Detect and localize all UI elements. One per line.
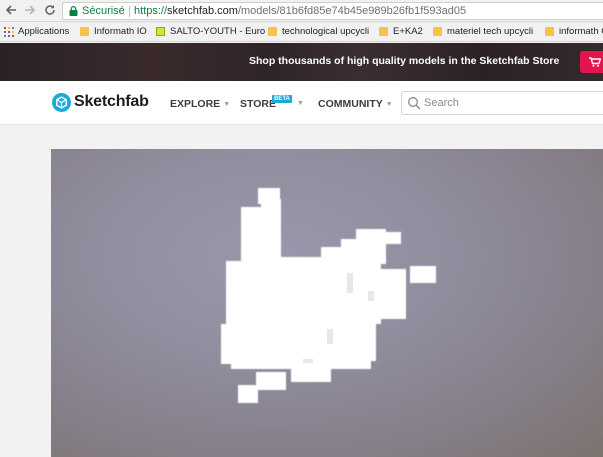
lock-icon xyxy=(69,6,78,16)
beta-badge: BETA xyxy=(272,95,292,103)
reload-button[interactable] xyxy=(42,2,58,20)
nav-community-label: COMMUNITY xyxy=(318,98,383,110)
nav-community[interactable]: COMMUNITY ▼ xyxy=(318,98,393,110)
model-viewer[interactable] xyxy=(51,149,603,457)
store-button[interactable] xyxy=(580,51,603,73)
folder-icon xyxy=(80,27,89,36)
bookmark-technological-upcycling[interactable]: technological upcycli xyxy=(268,22,370,41)
apps-grid-icon xyxy=(4,27,14,37)
bookmark-applications[interactable]: Applications xyxy=(0,22,70,41)
bookmark-label: E+KA2 xyxy=(393,26,423,37)
chevron-down-icon: ▼ xyxy=(223,101,231,108)
bookmark-informath-io[interactable]: Informath IO xyxy=(80,22,150,41)
address-separator xyxy=(129,6,130,17)
url-text[interactable]: https://sketchfab.com/models/81b6fd85e74… xyxy=(134,3,466,19)
bookmark-informath-c[interactable]: informath C xyxy=(545,22,603,41)
bookmark-label: Informath IO xyxy=(94,26,147,37)
folder-icon xyxy=(379,27,388,36)
cart-icon xyxy=(589,57,601,67)
model-3d-render[interactable] xyxy=(51,149,603,457)
nav-store-label: STORE xyxy=(240,98,276,110)
chevron-down-icon: ▼ xyxy=(385,101,393,108)
folder-icon xyxy=(433,27,442,36)
bookmark-label: materiel tech upcycli xyxy=(447,26,534,37)
bookmark-salto-youth[interactable]: SALTO-YOUTH - Euro xyxy=(156,22,265,41)
salto-icon xyxy=(156,27,165,36)
folder-icon xyxy=(268,27,277,36)
back-button[interactable] xyxy=(3,2,19,20)
arrow-left-icon xyxy=(5,5,16,15)
reload-icon xyxy=(45,5,55,15)
bookmark-label: SALTO-YOUTH - Euro xyxy=(170,26,266,37)
search-icon xyxy=(408,97,421,110)
bookmarks-bar: Applications Informath IO SALTO-YOUTH - … xyxy=(0,22,603,42)
sketchfab-logo-icon[interactable] xyxy=(52,93,71,112)
url-path: /models/81b6fd85e74b45e989b26fb1f593ad05 xyxy=(237,5,467,17)
arrow-right-icon xyxy=(25,5,36,15)
logo-text[interactable]: Sketchfab xyxy=(74,93,149,111)
nav-explore-label: EXPLORE xyxy=(170,98,221,110)
promo-text[interactable]: Shop thousands of high quality models in… xyxy=(249,55,559,67)
url-scheme: https:// xyxy=(134,5,168,17)
folder-icon xyxy=(545,27,554,36)
bookmark-e-ka2[interactable]: E+KA2 xyxy=(379,22,434,41)
forward-button[interactable] xyxy=(22,2,38,20)
bookmark-label: technological upcycli xyxy=(282,26,370,37)
site-header: Sketchfab EXPLORE ▼ STORE BETA ▼ COMMUNIT… xyxy=(0,81,603,125)
store-promo-banner[interactable]: Shop thousands of high quality models in… xyxy=(0,43,603,81)
browser-toolbar: Sécurisé https://sketchfab.com/models/81… xyxy=(0,0,603,22)
chevron-down-icon: ▼ xyxy=(297,100,304,107)
url-host: sketchfab.com xyxy=(167,5,238,17)
address-bar[interactable]: Sécurisé https://sketchfab.com/models/81… xyxy=(62,2,603,20)
nav-explore[interactable]: EXPLORE ▼ xyxy=(170,98,230,110)
search-input[interactable] xyxy=(424,95,594,111)
bookmark-materiel-tech-upcycling[interactable]: materiel tech upcycli xyxy=(433,22,535,41)
search-box[interactable] xyxy=(401,91,603,115)
bookmark-label: Applications xyxy=(18,26,70,37)
secure-label: Sécurisé xyxy=(82,5,125,17)
bookmark-label: informath C xyxy=(559,26,603,37)
nav-store[interactable]: STORE xyxy=(240,98,276,110)
